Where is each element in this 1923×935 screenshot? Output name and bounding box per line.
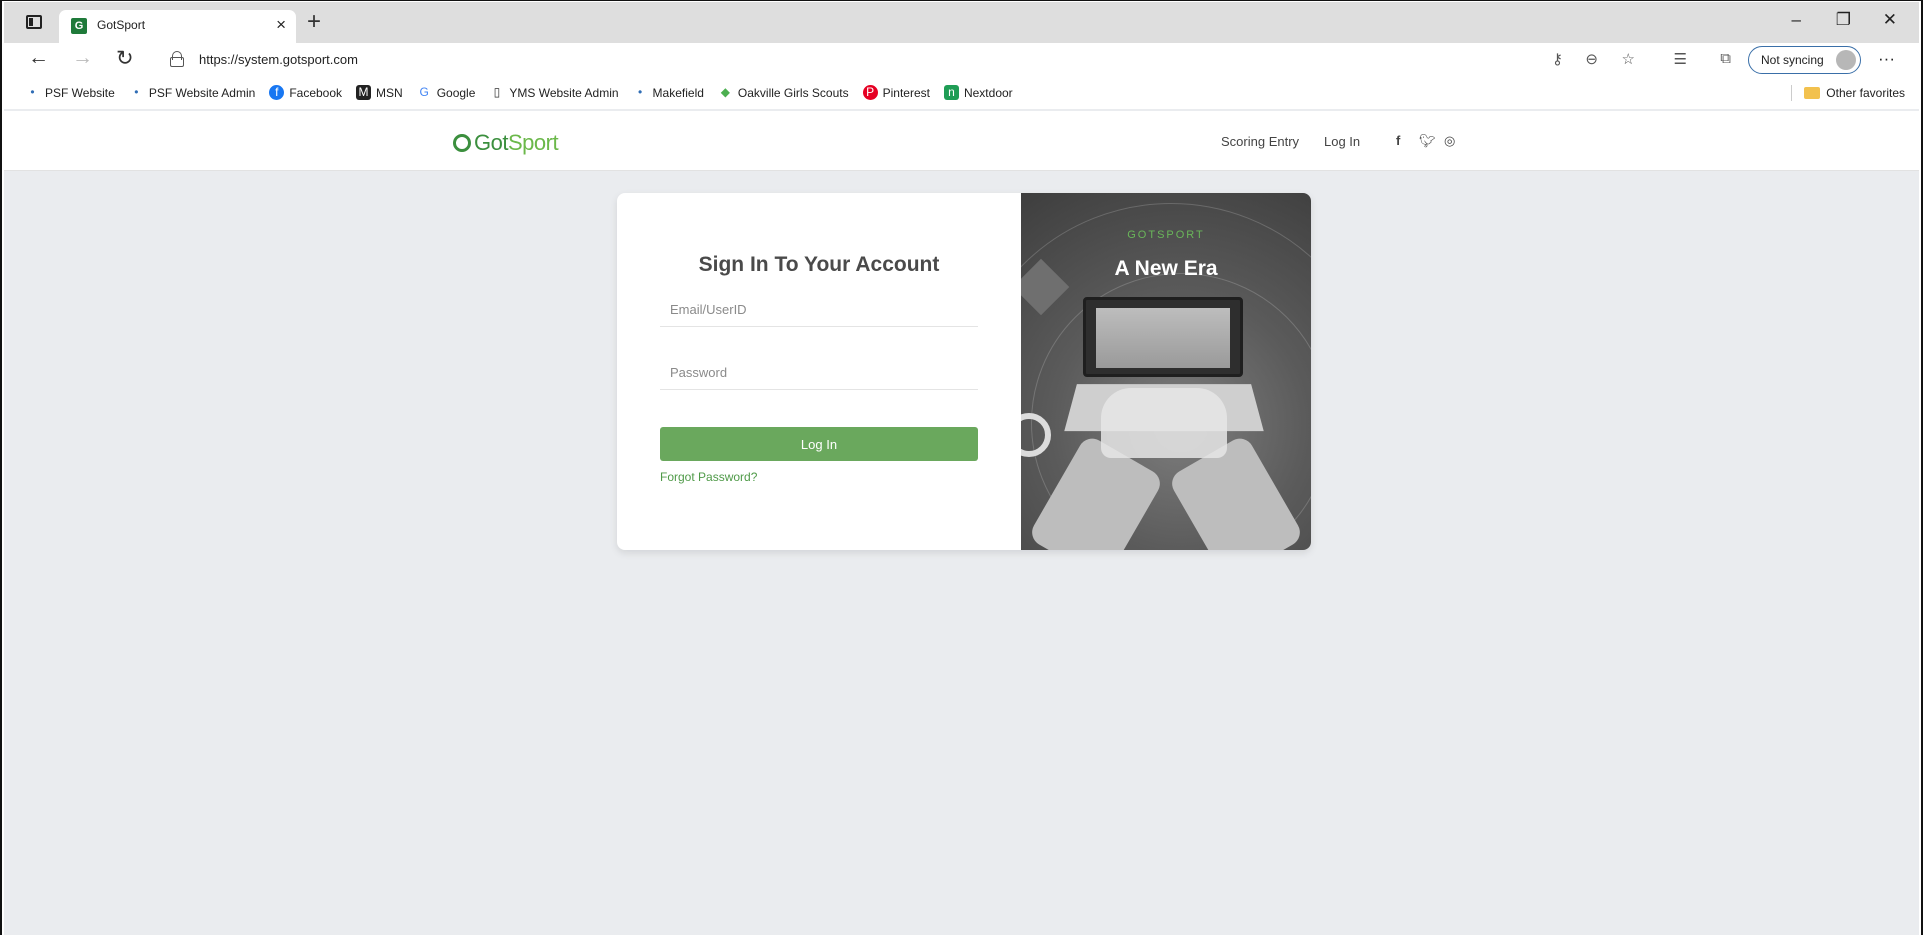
add-favorite-icon[interactable]: ☆ <box>1622 50 1635 68</box>
zoom-icon[interactable]: ⊖ <box>1585 50 1598 68</box>
refresh-icon[interactable]: ↻ <box>116 46 134 71</box>
favorite-label: PSF Website Admin <box>148 85 256 100</box>
key-icon[interactable]: ⚷ <box>1552 50 1563 68</box>
hands-graphic <box>1101 388 1227 458</box>
close-window-icon[interactable]: ✕ <box>1883 10 1897 30</box>
site-header: GotSport Scoring Entry Log In f 🐦︎ ◎ <box>4 111 1919 171</box>
favorite-label: PSF Website <box>45 85 115 100</box>
instagram-icon[interactable]: ◎ <box>1444 133 1455 149</box>
logo-text-sport: Sport <box>507 130 559 155</box>
favorite-item[interactable]: n Nextdoor <box>943 85 1013 100</box>
page-icon: ▯ <box>493 85 501 99</box>
more-options-icon[interactable]: ··· <box>1878 49 1895 69</box>
laptop-screen-graphic <box>1083 297 1243 377</box>
favorite-label: Oakville Girls Scouts <box>737 85 849 100</box>
page-content: GotSport Scoring Entry Log In f 🐦︎ ◎ Sig… <box>4 109 1919 935</box>
favorite-item[interactable]: • Makefield <box>633 85 704 100</box>
pinterest-icon: P <box>862 85 878 100</box>
new-tab-icon[interactable]: + <box>307 8 321 36</box>
lock-icon[interactable] <box>170 51 184 67</box>
address-bar[interactable]: https://system.gotsport.com <box>199 52 358 67</box>
logo-text-got: Got <box>474 130 508 155</box>
promo-headline: A New Era <box>1114 257 1218 280</box>
favorites-bar: • PSF Website • PSF Website Admin f Facebook M… <box>4 77 1919 109</box>
forward-icon[interactable]: → <box>72 46 93 70</box>
favorite-item[interactable]: • PSF Website <box>25 85 115 100</box>
logo-mark-icon <box>453 134 471 152</box>
signin-title: Sign In To Your Account <box>698 253 940 276</box>
promo-kicker: GOTSPORT <box>1127 229 1205 241</box>
sync-status-label: Not syncing <box>1761 53 1824 67</box>
favorite-item[interactable]: ▯ YMS Website Admin <box>489 85 619 100</box>
close-tab-icon[interactable]: × <box>276 15 286 35</box>
email-field[interactable] <box>660 293 978 326</box>
minimize-icon[interactable]: – <box>1792 10 1801 30</box>
gotsport-favicon-icon: G <box>71 18 87 34</box>
restore-icon[interactable]: ❐ <box>1836 10 1851 30</box>
collections-icon[interactable]: ⧉ <box>1720 50 1731 67</box>
leaf-icon: ◆ <box>720 85 731 99</box>
back-icon[interactable]: ← <box>28 46 49 70</box>
nextdoor-icon: n <box>943 85 959 100</box>
favorite-label: Makefield <box>652 85 704 100</box>
msn-icon: M <box>356 85 372 100</box>
dots-icon: • <box>30 85 35 99</box>
scoring-entry-link[interactable]: Scoring Entry <box>1221 134 1299 149</box>
browser-window: G GotSport × + – ❐ ✕ ← → ↻ https://syste… <box>0 0 1923 935</box>
favorite-item[interactable]: f Facebook <box>269 85 342 100</box>
dots-icon: • <box>134 85 139 99</box>
favorite-item[interactable]: M MSN <box>356 85 403 100</box>
login-button[interactable]: Log In <box>660 427 978 461</box>
navigation-bar: ← → ↻ https://system.gotsport.com ⚷ ⊖ ☆ … <box>4 43 1919 77</box>
tab-actions-icon[interactable] <box>26 15 42 29</box>
promo-image: GOTSPORT A New Era <box>1021 193 1311 550</box>
gotsport-logo[interactable]: GotSport <box>453 130 559 156</box>
browser-tab[interactable]: G GotSport × <box>59 10 296 43</box>
favorite-label: Google <box>436 85 476 100</box>
login-form: Sign In To Your Account Log In Forgot Pa… <box>617 193 1021 550</box>
favorite-label: Pinterest <box>882 85 930 100</box>
favorite-item[interactable]: P Pinterest <box>862 85 930 100</box>
favorites-list: • PSF Website • PSF Website Admin f Facebook M… <box>25 85 1013 100</box>
facebook-icon[interactable]: f <box>1396 133 1400 148</box>
email-field-wrapper <box>660 293 978 327</box>
favorite-label: Facebook <box>289 85 343 100</box>
other-favorites[interactable]: Other favorites <box>1791 85 1905 101</box>
folder-icon <box>1804 87 1821 99</box>
facebook-icon: f <box>269 85 285 100</box>
google-icon: G <box>419 85 429 99</box>
dots-icon: • <box>637 85 643 99</box>
header-login-link[interactable]: Log In <box>1324 134 1360 149</box>
avatar <box>1836 50 1856 70</box>
forgot-password-link[interactable]: Forgot Password? <box>660 470 757 484</box>
favorite-label: YMS Website Admin <box>509 85 619 100</box>
other-favorites-label: Other favorites <box>1826 86 1905 100</box>
divider <box>1791 85 1793 101</box>
password-field[interactable] <box>660 356 978 389</box>
twitter-icon[interactable]: 🐦︎ <box>1419 133 1436 149</box>
favorite-item[interactable]: ◆ Oakville Girls Scouts <box>718 85 849 100</box>
favorite-label: Nextdoor <box>963 85 1013 100</box>
login-card: Sign In To Your Account Log In Forgot Pa… <box>617 193 1311 550</box>
favorites-icon[interactable]: ☰ <box>1674 50 1687 68</box>
profile-sync-button[interactable]: Not syncing <box>1748 46 1861 74</box>
favorite-item[interactable]: • PSF Website Admin <box>129 85 256 100</box>
favorite-label: MSN <box>376 85 403 100</box>
tab-title: GotSport <box>97 18 146 32</box>
tab-strip: G GotSport × + – ❐ ✕ <box>4 2 1919 43</box>
favorite-item[interactable]: G Google <box>417 85 476 100</box>
password-field-wrapper <box>660 356 978 390</box>
